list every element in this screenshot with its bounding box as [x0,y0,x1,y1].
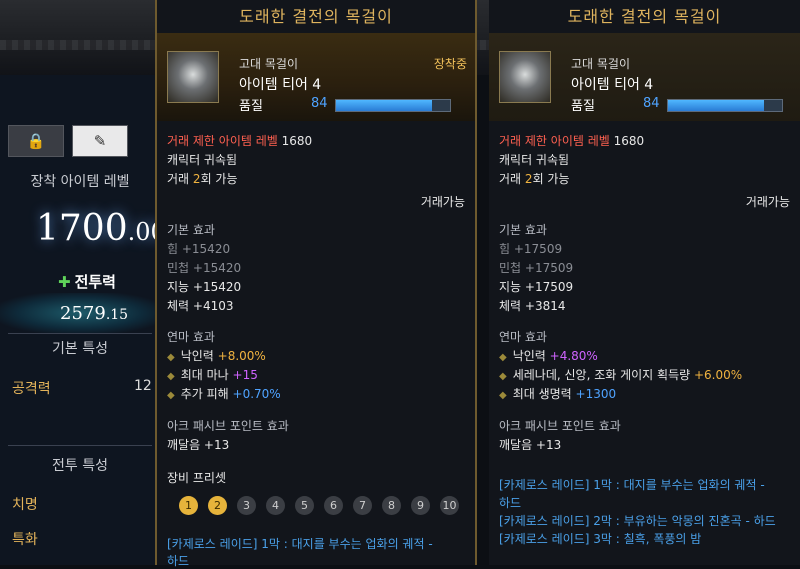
preset-slot[interactable]: 3 [237,496,256,515]
lock-tab-button[interactable]: 🔒 [8,125,64,157]
pencil-icon: ✎ [93,132,107,150]
base-effect-title: 기본 효과 [499,223,547,237]
refine-effect: ◆ 최대 생명력 +1300 [499,387,617,401]
raid-source: [카제로스 레이드] 2막 : 부유하는 악몽의 진혼곡 - 하드 [499,514,776,528]
preset-slot[interactable]: 7 [353,496,372,515]
raid-source: [카제로스 레이드] 3막 : 칠흑, 폭풍의 밤 [499,532,702,546]
base-stat: 민첩 +15420 [167,261,242,275]
quality-value: 84 [643,96,660,111]
preset-slot[interactable]: 10 [440,496,459,515]
item-header: 고대 목걸이 아이템 티어 4 품질 84 [489,33,800,121]
item-tooltip-equipped: 도래한 결전의 목걸이 고대 목걸이 장착중 아이템 티어 4 품질 84 거래… [155,0,477,568]
bound-status: 캐릭터 귀속됨 [499,153,570,167]
edit-tab-button[interactable]: ✎ [72,125,128,157]
attack-value: 12 [134,378,152,394]
quality-label: 품질 [239,99,263,114]
preset-list: 1 2 3 4 5 6 7 8 9 10 [179,496,459,515]
base-stat: 지능 +17509 [499,280,574,294]
raid-source: [카제로스 레이드] 1막 : 대지를 부수는 업화의 궤적 - [499,478,765,492]
item-type: 고대 목걸이 [239,57,299,71]
raid-source: 하드 [167,554,190,568]
equip-level-label: 장착 아이템 레벨 [30,174,130,190]
preset-title: 장비 프리셋 [167,471,227,485]
raid-source: [카제로스 레이드] 1막 : 대지를 부수는 업화의 궤적 - [167,537,433,551]
quality-bar-fill [668,100,764,111]
trade-count: 거래 2회 가능 [499,172,570,186]
tradable-status: 거래가능 [420,195,465,209]
specialization-label: 특화 [12,532,38,548]
necklace-icon [167,51,219,103]
quality-bar [667,99,783,112]
quality-value: 84 [311,96,328,111]
diamond-icon: ◆ [167,390,175,401]
item-tier: 아이템 티어 4 [239,77,322,93]
refine-effect-title: 연마 효과 [167,330,215,344]
divider [8,333,152,334]
preset-slot[interactable]: 6 [324,496,343,515]
refine-effect-title: 연마 효과 [499,330,547,344]
attack-label: 공격력 [12,381,51,397]
combat-power-label: ✚ 전투력 [58,273,116,291]
base-stat: 체력 +3814 [499,299,566,313]
preset-slot[interactable]: 4 [266,496,285,515]
refine-effect: ◆ 낙인력 +4.80% [499,349,598,363]
preset-slot[interactable]: 9 [411,496,430,515]
quality-bar [335,99,451,112]
tradable-status: 거래가능 [745,195,790,209]
item-title: 도래한 결전의 목걸이 [567,7,722,26]
trade-restrict-level: 거래 제한 아이템 레벨 1680 [167,134,313,148]
item-tooltip-compare: 도래한 결전의 목걸이 고대 목걸이 아이템 티어 4 품질 84 거래 제한 … [489,0,800,565]
diamond-icon: ◆ [499,371,507,382]
raid-source: 하드 [499,496,522,510]
panel-tab-row: 🔒 ✎ [0,125,160,157]
item-level-value: 1700.00 [36,208,166,249]
refine-effect: ◆ 최대 마나 +15 [167,368,258,382]
base-stat: 체력 +4103 [167,299,234,313]
necklace-icon [499,51,551,103]
trade-restrict-level: 거래 제한 아이템 레벨 1680 [499,134,645,148]
base-stat: 힘 +15420 [167,242,231,256]
ark-passive-value: 깨달음 +13 [167,438,230,452]
basic-stats-title: 기본 특성 [52,341,108,357]
base-stat: 지능 +15420 [167,280,242,294]
ark-passive-title: 아크 패시브 포인트 효과 [499,419,621,433]
item-header: 고대 목걸이 장착중 아이템 티어 4 품질 84 [157,33,475,121]
diamond-icon: ◆ [167,352,175,363]
plus-icon: ✚ [58,273,71,291]
ark-passive-value: 깨달음 +13 [499,438,562,452]
trade-count: 거래 2회 가능 [167,172,238,186]
preset-slot[interactable]: 2 [208,496,227,515]
item-tier: 아이템 티어 4 [571,77,654,93]
combat-power-value: 2579.15 [60,303,129,324]
base-stat: 힘 +17509 [499,242,563,256]
diamond-icon: ◆ [167,371,175,382]
quality-label: 품질 [571,99,595,114]
base-stat: 민첩 +17509 [499,261,574,275]
bound-status: 캐릭터 귀속됨 [167,153,238,167]
equipped-badge: 장착중 [433,57,467,71]
base-effect-title: 기본 효과 [167,223,215,237]
lock-icon: 🔒 [26,132,46,150]
refine-effect: ◆ 추가 피해 +0.70% [167,387,281,401]
preset-slot[interactable]: 1 [179,496,198,515]
refine-effect: ◆ 낙인력 +8.00% [167,349,266,363]
preset-slot[interactable]: 5 [295,496,314,515]
character-stats-panel: 🔒 ✎ 장착 아이템 레벨 1700.00 ✚ 전투력 2579.15 기본 특성… [0,75,166,565]
ark-passive-title: 아크 패시브 포인트 효과 [167,419,289,433]
divider [8,445,152,446]
preset-slot[interactable]: 8 [382,496,401,515]
diamond-icon: ◆ [499,352,507,363]
crit-label: 치명 [12,497,38,513]
item-title: 도래한 결전의 목걸이 [239,7,393,26]
item-type: 고대 목걸이 [571,57,631,71]
diamond-icon: ◆ [499,390,507,401]
quality-bar-fill [336,100,432,111]
refine-effect: ◆ 세레나데, 신앙, 조화 게이지 획득량 +6.00% [499,368,743,382]
combat-stats-title: 전투 특성 [52,458,108,474]
